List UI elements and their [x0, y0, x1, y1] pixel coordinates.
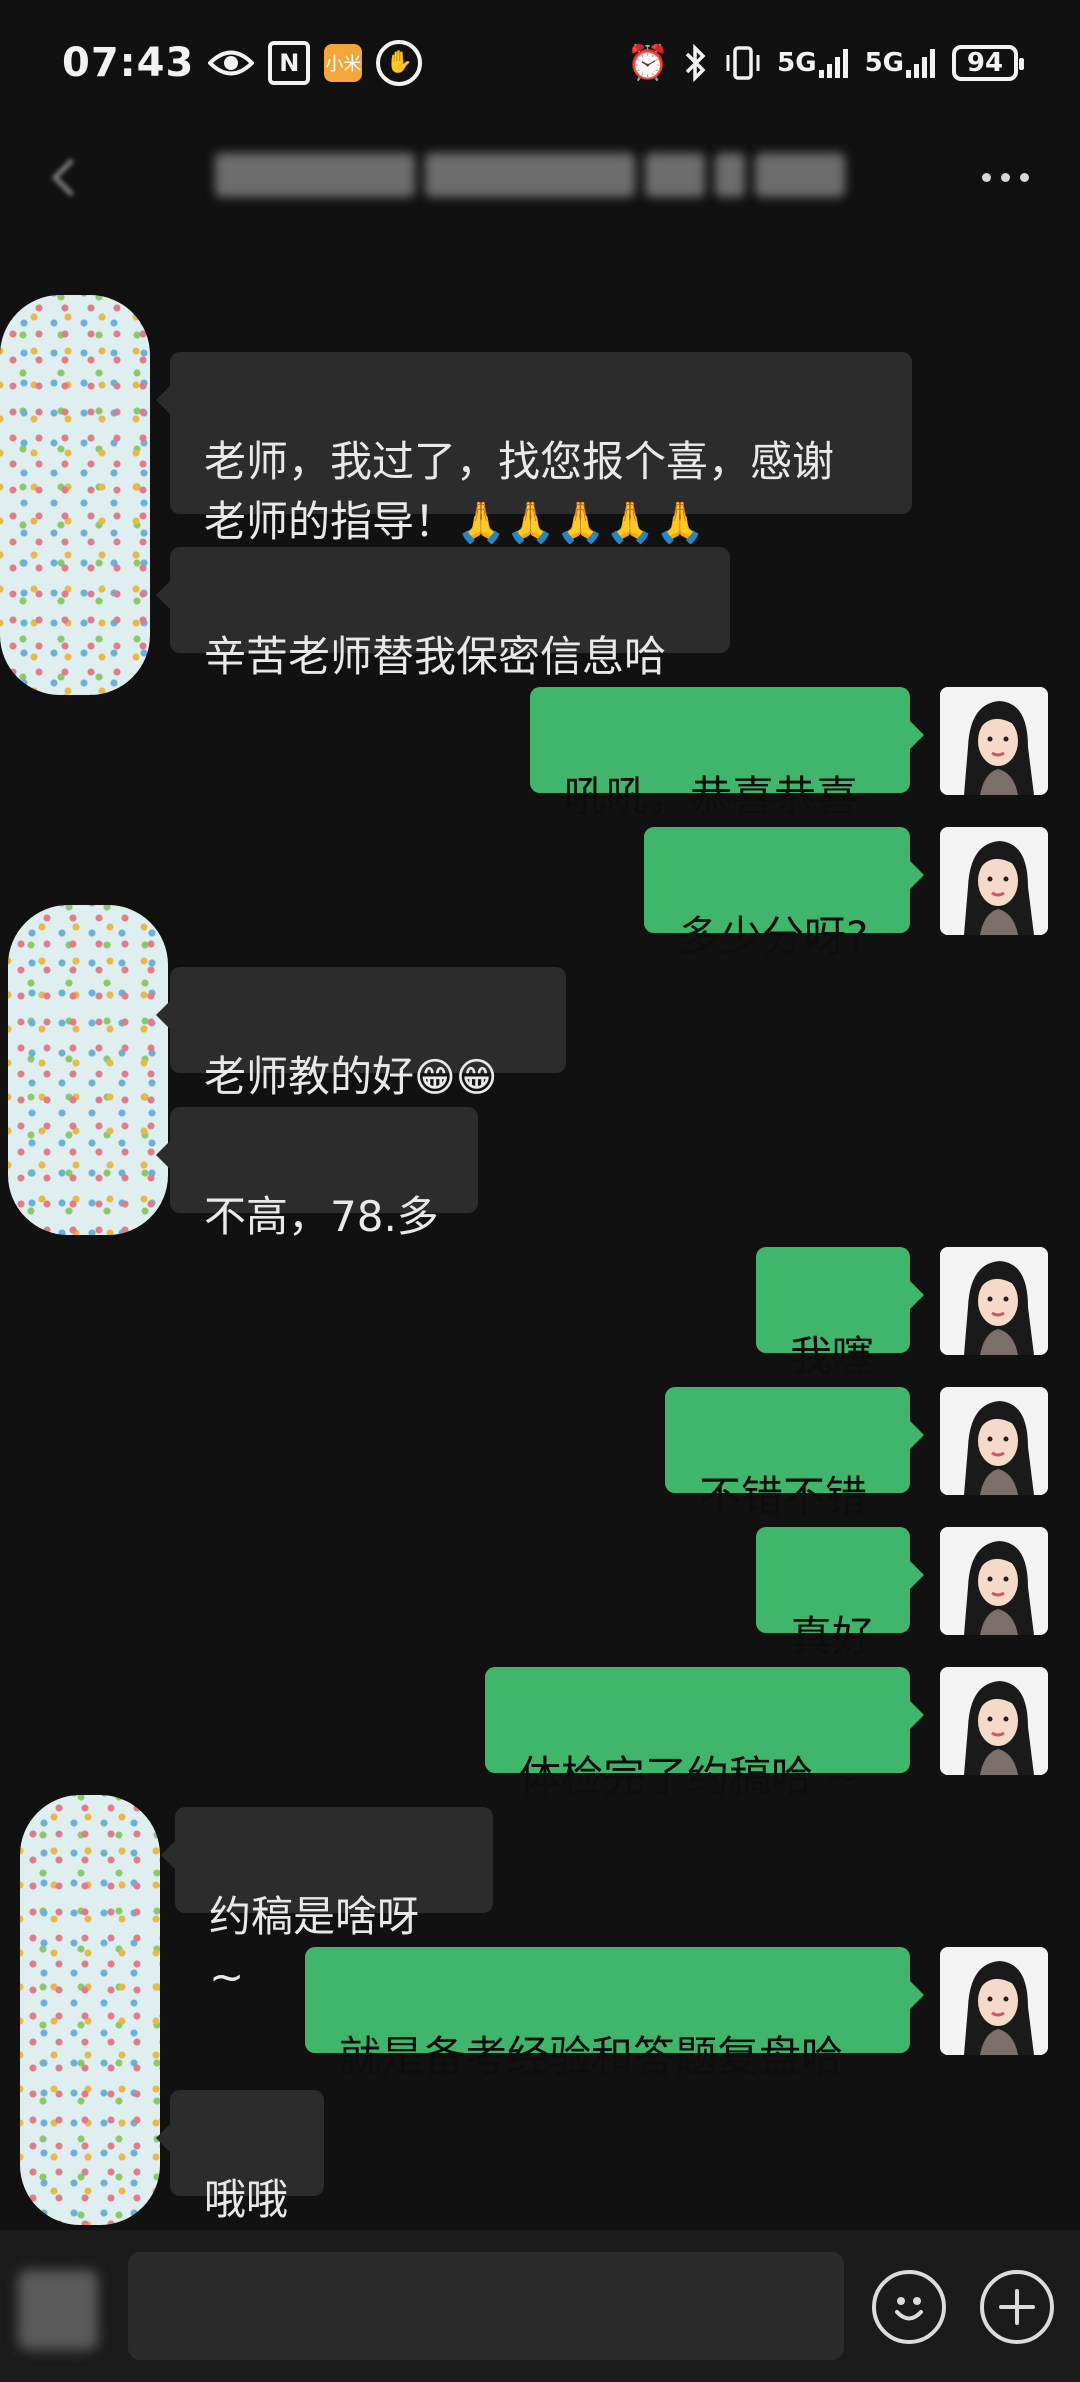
bluetooth-icon: [683, 43, 709, 82]
message-bubble-outgoing[interactable]: 多少分呀?: [644, 827, 924, 961]
message-bubble-outgoing[interactable]: 不错不错: [665, 1387, 924, 1521]
message-text: 多少分呀?: [678, 912, 869, 961]
battery-icon: 94: [952, 44, 1024, 81]
my-avatar[interactable]: [940, 1667, 1048, 1775]
signal-5g-icon-2: 5G: [865, 46, 938, 80]
chat-title-redacted: [215, 147, 855, 203]
message-text: 不错不错: [699, 1472, 868, 1521]
grinning-emoji: 😁😁: [414, 1055, 498, 1101]
message-text: 就是备考经验和答题复盘哈: [339, 2032, 844, 2081]
more-options-button[interactable]: [970, 157, 1040, 197]
signal-label: 5G: [777, 47, 817, 78]
more-dot-icon: [981, 172, 991, 182]
my-avatar[interactable]: [940, 827, 1048, 935]
chat-header: [0, 125, 1080, 225]
status-left: 07:43 N 小米 ✋: [62, 39, 423, 86]
signal-5g-icon: 5G: [777, 46, 850, 80]
message-text: 老师教的好: [204, 1052, 415, 1101]
message-text: 我噻: [790, 1332, 875, 1381]
my-avatar[interactable]: [940, 1247, 1048, 1355]
folded-hands-emoji: 🙏🙏🙏🙏🙏: [456, 500, 706, 546]
contact-avatar-redacted: [20, 1795, 160, 2225]
smiley-icon[interactable]: [872, 2270, 946, 2344]
message-text: 辛苦老师替我保密信息哈: [204, 632, 667, 681]
my-avatar[interactable]: [940, 687, 1048, 795]
voice-toggle-button-redacted[interactable]: [18, 2270, 98, 2350]
chevron-left-icon: [50, 157, 90, 197]
input-bar: [0, 2230, 1080, 2382]
message-bubble-incoming[interactable]: 哦哦: [156, 2090, 324, 2224]
eye-icon: [208, 48, 255, 78]
app-notification-icon: 小米: [324, 43, 363, 82]
hand-icon: ✋: [376, 39, 423, 86]
message-bubble-outgoing[interactable]: 就是备考经验和答题复盘哈: [305, 1947, 924, 2081]
message-bubble-incoming[interactable]: 老师，我过了，找您报个喜，感谢 老师的指导！🙏🙏🙏🙏🙏: [156, 352, 912, 546]
back-button[interactable]: [40, 147, 100, 207]
my-avatar[interactable]: [940, 1947, 1048, 2055]
message-bubble-incoming[interactable]: 老师教的好😁😁: [156, 967, 566, 1101]
chat-timestamp-redacted: [0, 248, 1080, 281]
my-avatar[interactable]: [940, 1527, 1048, 1635]
message-bubble-outgoing[interactable]: 吼吼，恭喜恭喜: [530, 687, 924, 821]
alarm-icon: ⏰: [626, 42, 670, 83]
message-bubble-outgoing[interactable]: 体检完了约稿哈 ~: [485, 1667, 924, 1801]
signal-label-2: 5G: [864, 47, 904, 78]
more-dot-icon: [1019, 172, 1029, 182]
message-bubble-incoming[interactable]: 约稿是啥呀 ~: [161, 1807, 493, 2001]
message-bubble-outgoing[interactable]: 我噻: [756, 1247, 924, 1381]
contact-avatar-redacted: [0, 295, 150, 695]
more-dot-icon: [1000, 172, 1010, 182]
status-time: 07:43: [62, 39, 195, 86]
message-text: 吼吼，恭喜恭喜: [564, 772, 859, 821]
message-text: 体检完了约稿哈 ~: [519, 1752, 862, 1801]
status-bar: 07:43 N 小米 ✋ ⏰ 5G 5G 94: [0, 0, 1080, 125]
my-avatar[interactable]: [940, 1387, 1048, 1495]
plus-icon[interactable]: [980, 2270, 1054, 2344]
message-text: 哦哦: [204, 2175, 289, 2224]
contact-avatar-redacted: [8, 905, 168, 1235]
message-text: 不高，78.多: [204, 1192, 439, 1241]
nfc-icon: N: [268, 40, 311, 85]
message-text: 真好: [790, 1612, 875, 1661]
message-bubble-incoming[interactable]: 不高，78.多: [156, 1107, 478, 1241]
message-bubble-outgoing[interactable]: 真好: [756, 1527, 924, 1661]
vibrate-icon: [723, 45, 763, 81]
message-input[interactable]: [128, 2252, 844, 2360]
message-bubble-incoming[interactable]: 辛苦老师替我保密信息哈: [156, 547, 730, 681]
status-right: ⏰ 5G 5G 94: [626, 42, 1024, 83]
